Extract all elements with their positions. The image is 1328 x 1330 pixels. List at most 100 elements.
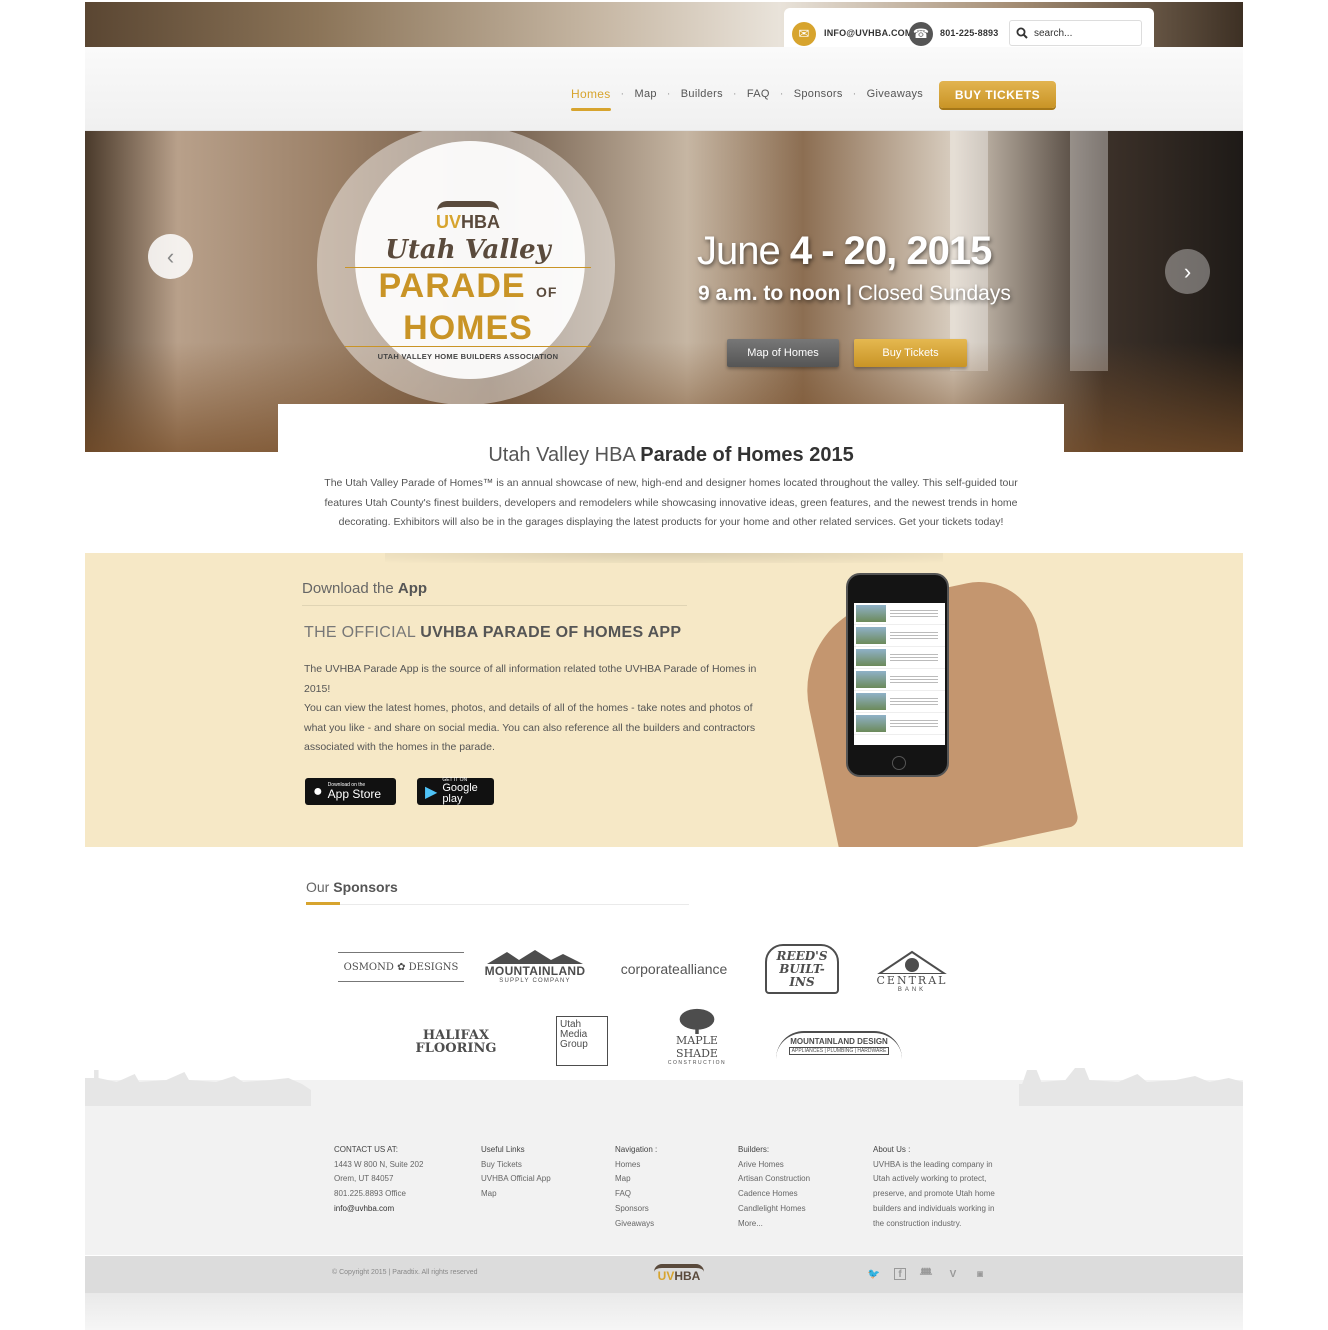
app-store-button[interactable]: ● Download on the App Store <box>305 778 396 805</box>
nav-separator: · <box>666 88 671 100</box>
footer-logo[interactable]: UVHBA <box>651 1264 707 1283</box>
hero-buy-tickets-button[interactable]: Buy Tickets <box>854 339 967 367</box>
tree-icon <box>679 1008 715 1034</box>
buy-tickets-button[interactable]: BUY TICKETS <box>939 81 1056 108</box>
footer-link[interactable]: UVHBA Official App <box>481 1172 551 1187</box>
footer-link[interactable]: Artisan Construction <box>738 1172 810 1187</box>
footer-navigation: Navigation : Homes Map FAQ Sponsors Give… <box>615 1143 657 1231</box>
phone-mockup <box>846 573 949 777</box>
skyline-left <box>85 1070 311 1106</box>
main-nav: Homes · Map · Builders · FAQ · Sponsors … <box>571 87 924 111</box>
nav-separator: · <box>779 88 784 100</box>
nav-sponsors[interactable]: Sponsors <box>794 88 843 100</box>
footer-link[interactable]: Cadence Homes <box>738 1187 810 1202</box>
sponsor-utah-media-group[interactable]: Utah Media Group <box>556 1016 608 1066</box>
footer-email-link[interactable]: info@uvhba.com <box>334 1202 423 1217</box>
contact-bar: ✉ INFO@UVHBA.COM ☎ 801-225-8893 <box>784 8 1154 47</box>
page: ✉ INFO@UVHBA.COM ☎ 801-225-8893 Homes · … <box>0 0 1328 1330</box>
app-subtitle: THE OFFICIAL UVHBA PARADE OF HOMES APP <box>304 624 682 641</box>
nav-map[interactable]: Map <box>634 88 656 100</box>
sponsors-title: Our Sponsors <box>306 879 398 895</box>
sponsor-reeds-built-ins[interactable]: REED'S BUILT-INS <box>765 944 839 994</box>
footer-link[interactable]: Arive Homes <box>738 1158 810 1173</box>
app-desc-para2: You can view the latest homes, photos, a… <box>304 702 756 753</box>
footer-link[interactable]: Map <box>481 1187 551 1202</box>
logo-uvhba: UVHBA <box>435 212 500 232</box>
nav-giveaways[interactable]: Giveaways <box>867 88 924 100</box>
skyline-right <box>1003 1068 1243 1106</box>
nav-separator: · <box>732 88 737 100</box>
nav-separator: · <box>620 88 625 100</box>
footer-link[interactable]: Sponsors <box>615 1202 657 1217</box>
copyright-text: © Copyright 2015 | Paradtix. All rights … <box>332 1269 478 1276</box>
intro-section: Utah Valley HBA Parade of Homes 2015 The… <box>278 404 1064 552</box>
site-header: Homes · Map · Builders · FAQ · Sponsors … <box>85 47 1243 131</box>
nav-homes[interactable]: Homes <box>571 87 611 111</box>
sponsor-mountainland-supply[interactable]: MOUNTAINLAND SUPPLY COMPANY <box>484 946 586 988</box>
apple-icon: ● <box>313 782 323 800</box>
intro-title: Utah Valley HBA Parade of Homes 2015 <box>488 444 854 466</box>
footer-useful-links: Useful Links Buy Tickets UVHBA Official … <box>481 1143 551 1202</box>
sponsor-mountainland-design[interactable]: MOUNTAINLAND DESIGN APPLIANCES | PLUMBIN… <box>776 1031 902 1059</box>
sponsors-rule <box>306 904 689 905</box>
facebook-icon[interactable]: f <box>894 1268 906 1280</box>
footer-about: About Us : UVHBA is the leading company … <box>873 1145 995 1228</box>
phone-screen <box>854 603 945 745</box>
copyright-bar: © Copyright 2015 | Paradtix. All rights … <box>85 1256 1243 1293</box>
sponsor-corporate-alliance[interactable]: corporatealliance <box>606 956 742 982</box>
play-icon: ▶ <box>425 783 438 801</box>
footer-contact: CONTACT US AT: 1443 W 800 N, Suite 202 O… <box>334 1143 423 1217</box>
app-title-rule <box>302 605 687 606</box>
mountain-icon <box>487 950 583 964</box>
phone-icon: ☎ <box>909 22 933 46</box>
logo-association: UTAH VALLEY HOME BUILDERS ASSOCIATION <box>377 352 559 361</box>
search-input[interactable] <box>1034 27 1129 39</box>
sponsor-halifax-flooring[interactable]: HALIFAX FLOORING <box>406 1028 506 1056</box>
slider-next-button[interactable]: › <box>1165 249 1210 294</box>
footer-link[interactable]: Map <box>615 1172 657 1187</box>
youtube-icon[interactable]: ▣ <box>974 1268 986 1280</box>
contact-email[interactable]: INFO@UVHBA.COM <box>824 28 913 38</box>
app-section-title: Download the App <box>302 580 428 597</box>
footer-link[interactable]: Buy Tickets <box>481 1158 551 1173</box>
chevron-left-icon: ‹ <box>166 243 175 269</box>
nav-separator: · <box>852 88 857 100</box>
map-of-homes-button[interactable]: Map of Homes <box>727 339 839 367</box>
nav-faq[interactable]: FAQ <box>747 88 770 100</box>
foursquare-icon[interactable]: ᚙ <box>920 1268 932 1280</box>
footer-link[interactable]: FAQ <box>615 1187 657 1202</box>
hero-window <box>1070 131 1108 371</box>
search-icon <box>1016 27 1028 39</box>
hero-hours: 9 a.m. to noon | Closed Sundays <box>698 282 1011 305</box>
sponsors-accent <box>306 902 340 905</box>
sponsor-maple-shade[interactable]: MAPLE SHADE CONSTRUCTION <box>654 1008 740 1066</box>
footer-link[interactable]: Giveaways <box>615 1217 657 1232</box>
footer-link[interactable]: Homes <box>615 1158 657 1173</box>
section-shadow <box>385 553 943 563</box>
site-footer: CONTACT US AT: 1443 W 800 N, Suite 202 O… <box>85 1068 1243 1255</box>
footer-builders: Builders: Arive Homes Artisan Constructi… <box>738 1143 810 1231</box>
chevron-right-icon: › <box>1183 258 1192 284</box>
vimeo-icon[interactable]: V <box>947 1268 959 1280</box>
slider-prev-button[interactable]: ‹ <box>148 234 193 279</box>
sponsor-osmond-designs[interactable]: OSMOND ✿ DESIGNS <box>338 952 464 982</box>
footer-link[interactable]: More... <box>738 1217 810 1232</box>
bottom-fade <box>85 1293 1243 1330</box>
footer-link[interactable]: Candlelight Homes <box>738 1202 810 1217</box>
search-box[interactable] <box>1009 20 1142 46</box>
hero-date: June 4 - 20, 2015 <box>697 229 992 273</box>
nav-builders[interactable]: Builders <box>681 88 723 100</box>
top-photo-strip: ✉ INFO@UVHBA.COM ☎ 801-225-8893 <box>85 2 1243 47</box>
mail-icon: ✉ <box>792 22 816 46</box>
google-play-button[interactable]: ▶ GET IT ON Google play <box>417 778 494 805</box>
app-section: Download the App THE OFFICIAL UVHBA PARA… <box>85 553 1243 847</box>
app-desc-para1: The UVHBA Parade App is the source of al… <box>304 663 757 695</box>
contact-phone[interactable]: 801-225-8893 <box>940 28 998 38</box>
twitter-icon[interactable]: 🐦 <box>868 1268 880 1280</box>
logo-parade: PARADE OF HOMES <box>345 267 591 347</box>
logo-script: Utah Valley <box>385 235 551 265</box>
sponsor-central-bank[interactable]: CENTRAL BANK <box>872 946 952 996</box>
phone-home-button <box>892 756 906 770</box>
parade-logo: UVHBA Utah Valley PARADE OF HOMES UTAH V… <box>333 201 603 361</box>
bank-roof-icon <box>877 950 947 974</box>
